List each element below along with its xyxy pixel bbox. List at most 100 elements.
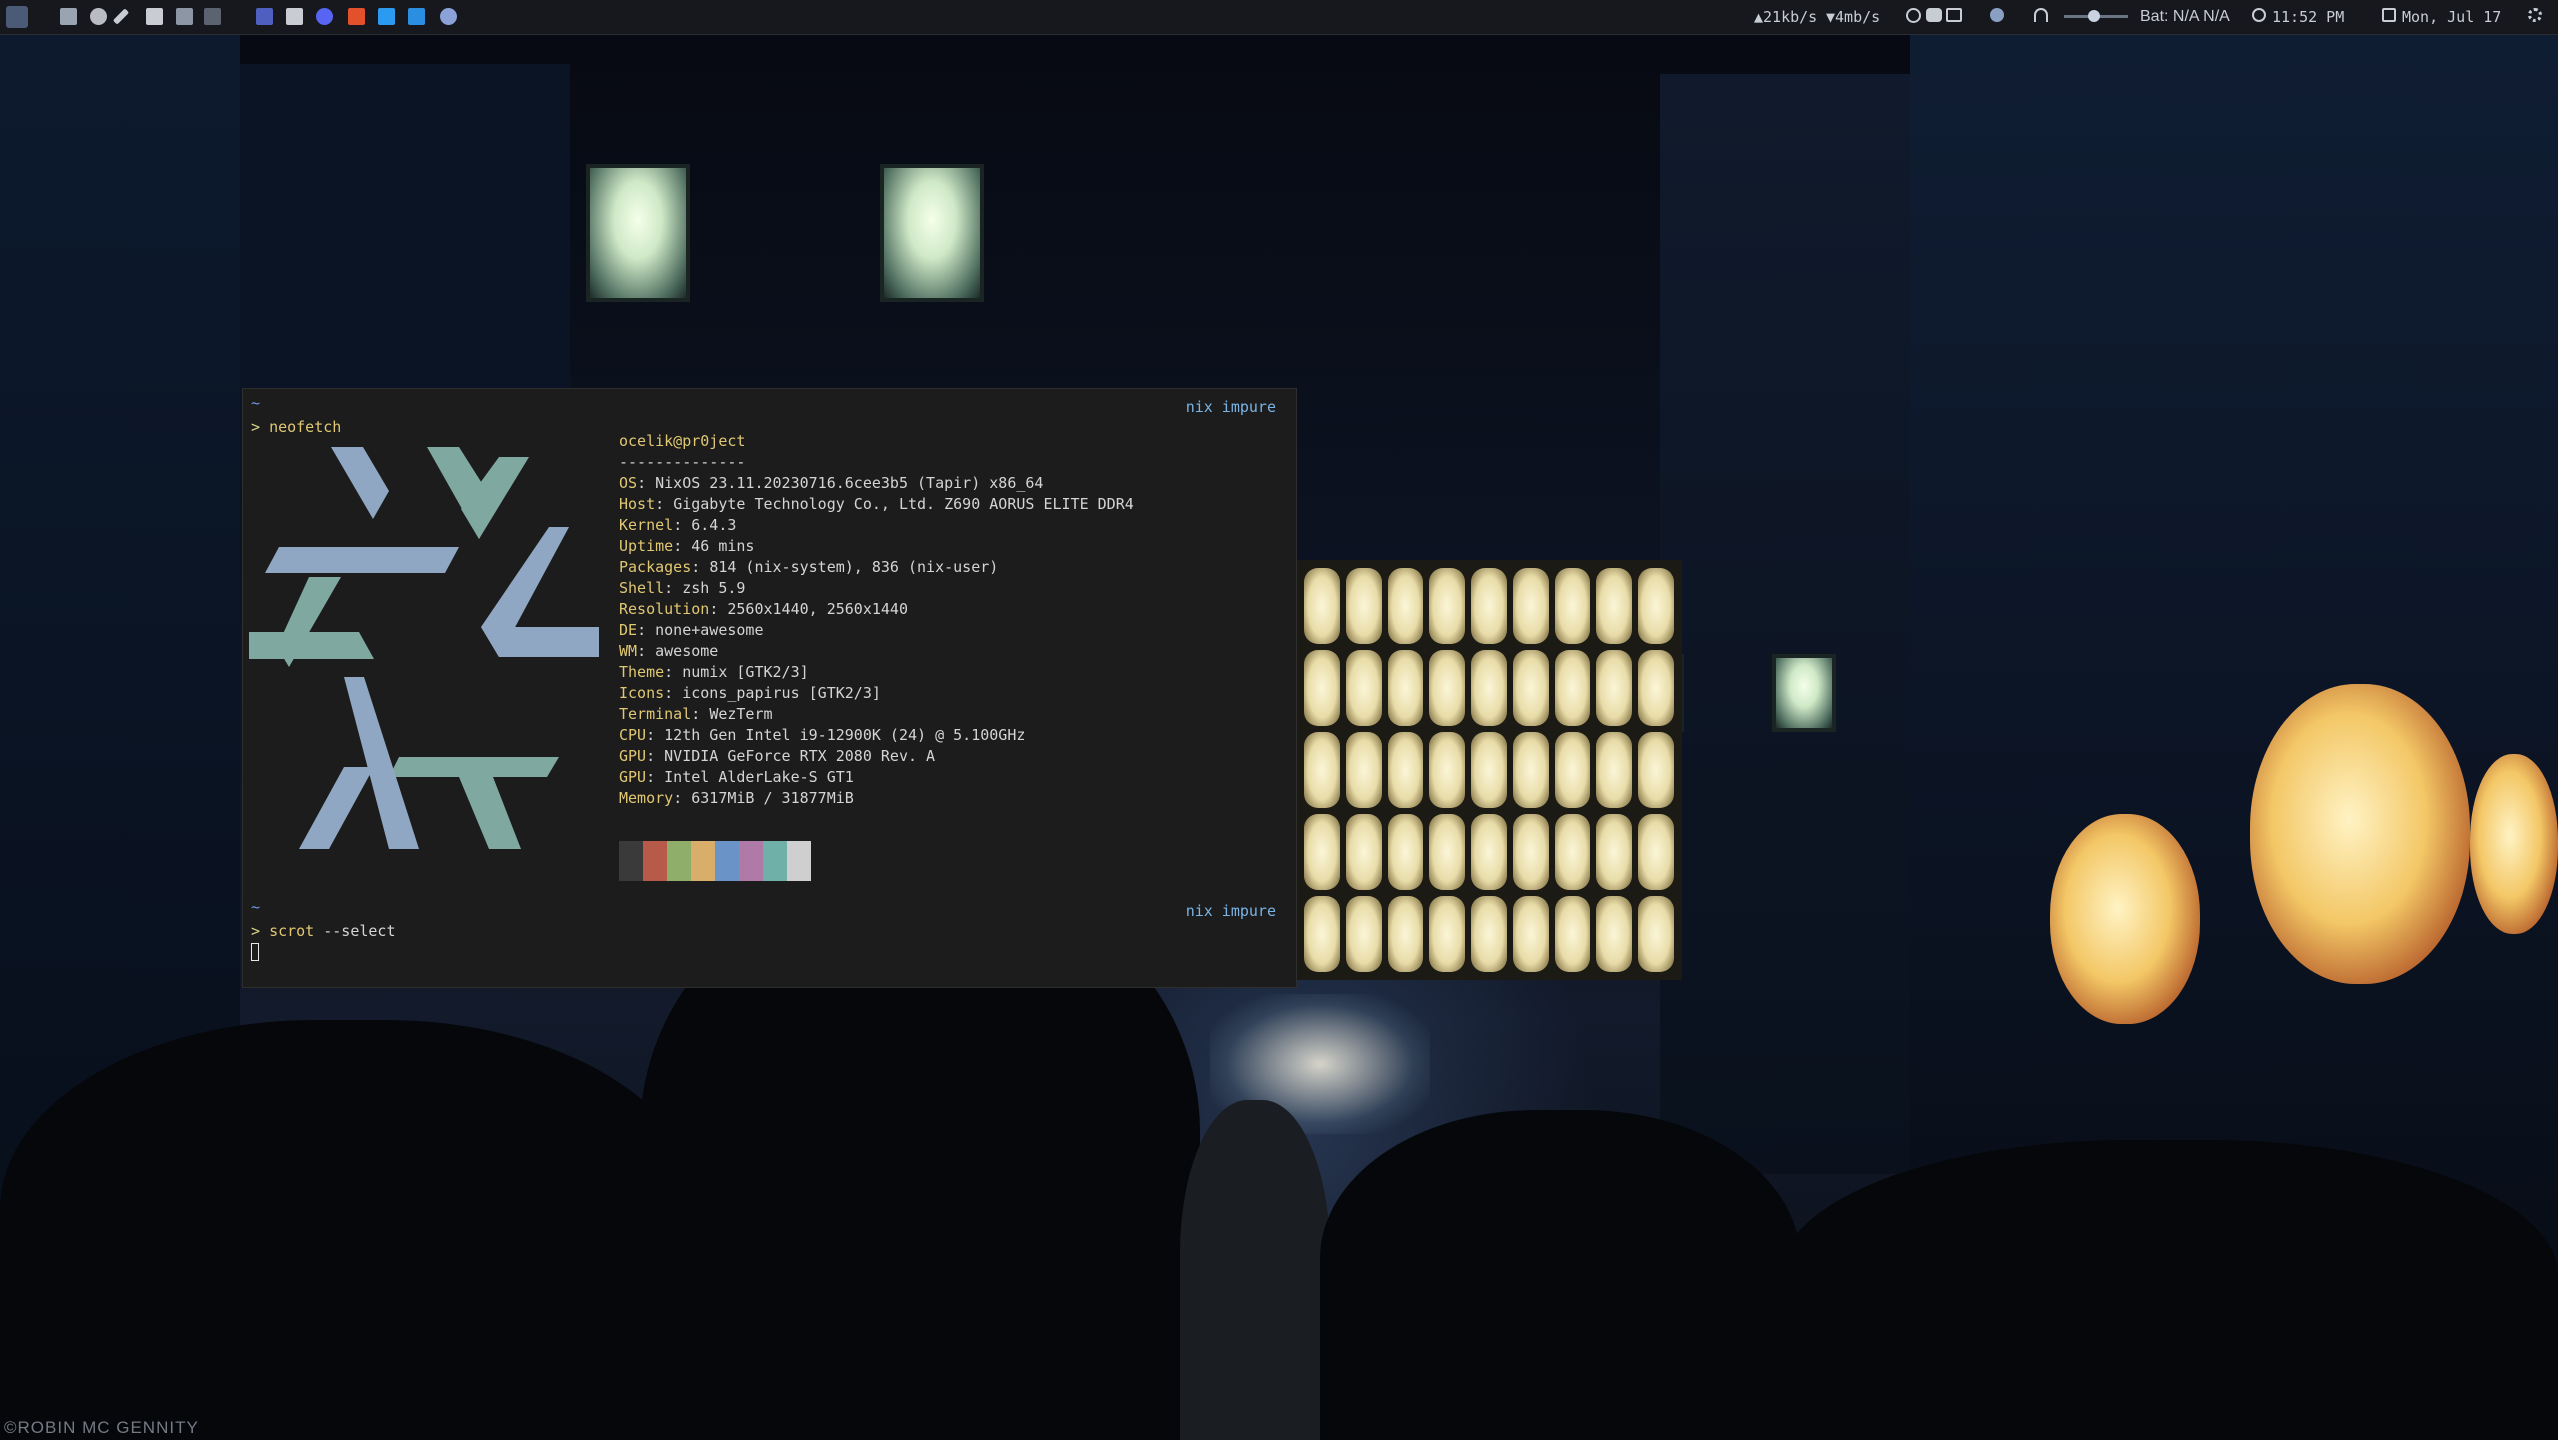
info-label: OS [619,474,638,492]
info-label: Icons [619,684,665,702]
vscode-insiders-icon[interactable] [408,8,425,25]
tray-screen-icon[interactable] [1946,8,1962,22]
teams-icon[interactable] [256,8,273,25]
command-text-2: scrot [269,922,315,940]
logo-lambda-part-6 [459,777,521,849]
info-line: Terminal: WezTerm [619,705,773,723]
info-label: GPU [619,747,647,765]
volume-slider-knob[interactable] [2088,10,2100,22]
info-line: Kernel: 6.4.3 [619,516,737,534]
info-value: 6.4.3 [691,516,737,534]
calendar-date[interactable]: Mon, Jul 17 [2402,8,2501,26]
paintbrush-icon[interactable] [112,8,130,25]
info-line: Packages: 814 (nix-system), 836 (nix-use… [619,558,999,576]
terminal-icon[interactable] [60,8,77,25]
folder-icon[interactable] [146,8,163,25]
command-text: neofetch [269,418,342,436]
palette-swatch [667,841,691,881]
logo-lambda-part-12 [299,767,374,849]
net-upload: ▲21kb/s [1754,8,1818,26]
firefox-icon[interactable] [90,8,107,25]
clock-icon [2252,8,2266,22]
terminal-cursor [251,943,259,961]
info-label: Terminal [619,705,692,723]
street-lamp-small-2 [1772,654,1836,732]
main-menu-button[interactable] [6,6,28,28]
info-value: 6317MiB / 31877MiB [691,789,854,807]
prompt-symbol: > [251,418,270,436]
notes-icon[interactable] [176,8,193,25]
info-value: awesome [655,642,719,660]
prompt-directory: ~ [251,394,261,412]
vscode-icon[interactable] [378,8,395,25]
info-value: Intel AlderLake-S GT1 [664,768,854,786]
logo-lambda-part-10 [481,627,599,657]
files-icon[interactable] [286,8,303,25]
crowd-center [1320,1110,1800,1440]
nix-shell-status-2: nix impure [1185,902,1276,920]
person-white-shirt [1180,1100,1330,1440]
info-label: DE [619,621,638,639]
palette-swatch [619,841,643,881]
logo-lambda-part-8 [265,547,459,573]
info-label: Resolution [619,600,710,618]
info-value: 12th Gen Intel i9-12900K (24) @ 5.100GHz [664,726,1026,744]
headphones-icon[interactable] [2034,8,2048,22]
info-label: Kernel [619,516,674,534]
street-lamp-right [880,164,984,302]
top-panel: ▲21kb/s ▼4mb/s Bat: N/A N/A 11:52 PM Mon… [0,0,2558,35]
info-line: OS: NixOS 23.11.20230716.6cee3b5 (Tapir)… [619,474,1044,492]
battery-status: Bat: N/A N/A [2140,8,2230,25]
info-line: DE: none+awesome [619,621,764,639]
street-lamp-left [586,164,690,302]
info-line: Uptime: 46 mins [619,537,755,555]
prompt-directory-2: ~ [251,898,261,916]
info-label: WM [619,642,638,660]
info-value: icons_papirus [GTK2/3] [682,684,881,702]
info-value: 46 mins [691,537,755,555]
palette-swatch [715,841,739,881]
tray-network-icon[interactable] [1990,8,2004,22]
command-line-scrot: > scrot --select [251,921,396,941]
logo-lambda-part-7 [331,447,389,519]
user-host: ocelik@pr0ject [619,432,746,450]
info-label: CPU [619,726,647,744]
info-label: GPU [619,768,647,786]
nixos-ascii-logo [249,447,599,849]
brave-icon[interactable] [348,8,365,25]
tray-discord-icon[interactable] [1926,8,1942,22]
info-value: none+awesome [655,621,764,639]
calendar-icon [2382,8,2396,22]
red-lantern-1 [2050,814,2200,1024]
info-value: zsh 5.9 [682,579,746,597]
red-lantern-3 [2470,754,2558,934]
info-line: GPU: Intel AlderLake-S GT1 [619,768,854,786]
info-line: Resolution: 2560x1440, 2560x1440 [619,600,908,618]
clock-time[interactable]: 11:52 PM [2272,8,2344,26]
tray-record-icon[interactable] [1906,8,1921,23]
discord-icon[interactable] [316,8,333,25]
info-value: Gigabyte Technology Co., Ltd. Z690 AORUS… [673,495,1134,513]
info-value: NixOS 23.11.20230716.6cee3b5 (Tapir) x86… [655,474,1044,492]
wezterm-terminal-window[interactable]: ~ nix impure > neofetch ocelik@pr0ject -… [242,388,1297,988]
palette-swatch [763,841,787,881]
crowd-right [1780,1140,2558,1440]
logo-lambda-part-5 [389,757,559,777]
info-label: Memory [619,789,674,807]
info-line: Memory: 6317MiB / 31877MiB [619,789,854,807]
app-icon[interactable] [440,8,457,25]
info-label: Host [619,495,656,513]
command-args: --select [314,922,396,940]
prompt-symbol-2: > [251,922,270,940]
palette-swatch [787,841,811,881]
settings-gear-icon[interactable] [2528,8,2542,22]
info-label: Uptime [619,537,674,555]
building-right [1660,74,1910,1174]
net-download: ▼4mb/s [1826,8,1881,26]
logo-lambda-part-3 [249,632,374,659]
palette-swatch [643,841,667,881]
palette-swatch [739,841,763,881]
lock-icon[interactable] [204,8,221,25]
palette-swatch [691,841,715,881]
info-line: GPU: NVIDIA GeForce RTX 2080 Rev. A [619,747,936,765]
